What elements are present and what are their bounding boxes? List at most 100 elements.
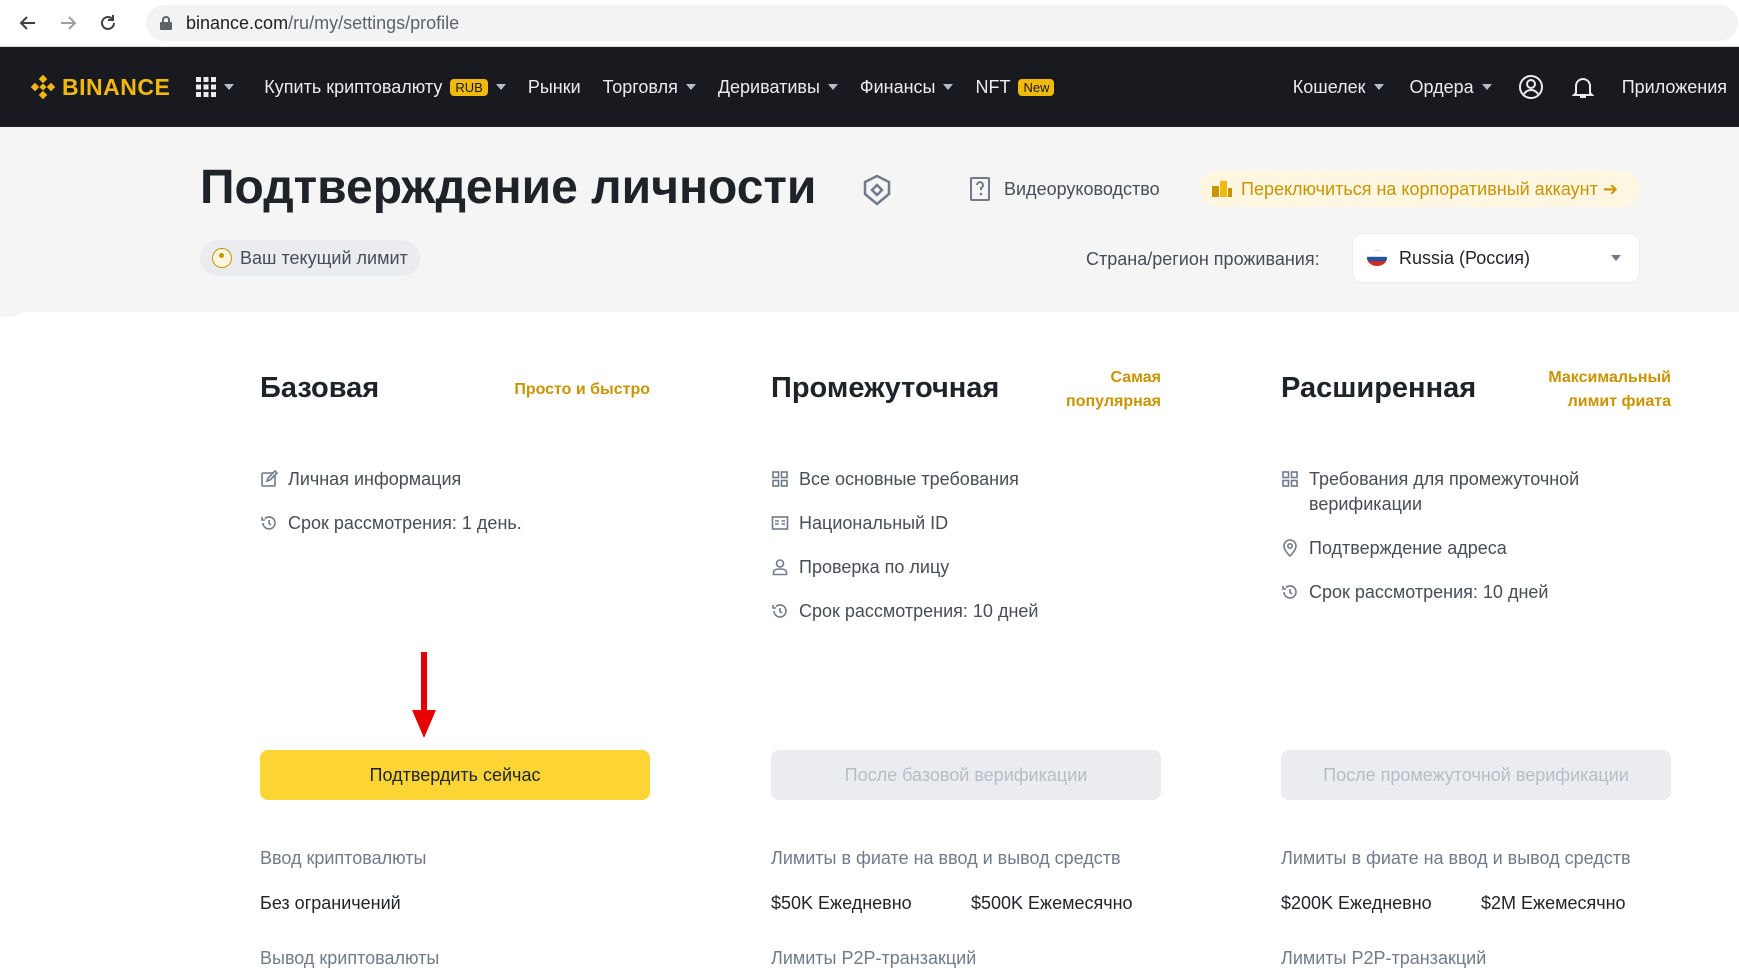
- building-icon: [1212, 181, 1232, 197]
- requirement-text: Требования для промежуточной верификации: [1309, 469, 1580, 514]
- user-coin-icon: [212, 248, 232, 268]
- apps-grid-icon[interactable]: [196, 77, 235, 97]
- nav-apps[interactable]: Приложения: [1622, 77, 1727, 98]
- currency-badge: RUB: [450, 78, 488, 96]
- level-tag: Максимальный лимит фиата: [1548, 366, 1671, 414]
- limit-value: $50K Ежедневно: [771, 893, 912, 913]
- level-tag-line: Просто и быстро: [514, 381, 650, 398]
- grid-icon: [1282, 471, 1298, 487]
- lock-icon: [160, 16, 172, 30]
- nav-orders[interactable]: Ордера: [1410, 77, 1492, 98]
- nav-wallet[interactable]: Кошелек: [1293, 77, 1384, 98]
- grid-icon: [772, 471, 788, 487]
- id-card-icon: [771, 516, 789, 530]
- shield-icon: [862, 174, 892, 211]
- current-limit-button[interactable]: Ваш текущий лимит: [200, 240, 420, 276]
- binance-logo[interactable]: BINANCE: [30, 74, 170, 101]
- nav-label: Рынки: [527, 76, 581, 97]
- forward-icon[interactable]: [48, 3, 88, 43]
- requirement-item: Проверка по лицу: [771, 555, 1161, 580]
- chevron-down-icon: [495, 84, 506, 90]
- url-path: /ru/my/settings/profile: [288, 12, 460, 33]
- bell-icon[interactable]: [1570, 74, 1596, 100]
- level-tag: Самая популярная: [1066, 366, 1161, 414]
- clock-icon: [1282, 585, 1297, 599]
- nav-label: Купить криптовалюту: [264, 76, 443, 97]
- limit-label: Лимиты в фиате на ввод и вывод средств: [771, 848, 1121, 868]
- chevron-down-icon: [685, 84, 696, 90]
- site-header: BINANCE Купить криптовалюту RUB Рынки То…: [0, 47, 1739, 127]
- level-title: Расширенная: [1281, 372, 1477, 404]
- limit-label: Лимиты P2P-транзакций: [771, 948, 977, 968]
- requirement-item: Требования для промежуточной верификации: [1281, 467, 1591, 517]
- chevron-down-icon: [1611, 255, 1621, 261]
- chevron-down-icon: [224, 84, 235, 90]
- nav-buy-crypto[interactable]: Купить криптовалюту RUB: [264, 77, 506, 98]
- nav-trade[interactable]: Торговля: [603, 77, 696, 98]
- chevron-down-icon: [1481, 84, 1492, 90]
- country-label: Страна/регион проживания:: [1086, 249, 1320, 269]
- current-limit-label: Ваш текущий лимит: [240, 247, 408, 268]
- requirement-text: Срок рассмотрения: 10 дней: [1309, 582, 1549, 602]
- edit-icon: [261, 470, 278, 487]
- limit-value: $2M Ежемесячно: [1481, 893, 1626, 913]
- level-tag-line: популярная: [1066, 393, 1161, 410]
- annotation-arrow-icon: [412, 652, 436, 738]
- chevron-down-icon: [827, 84, 838, 90]
- clock-icon: [261, 516, 276, 530]
- switch-corporate-label: Переключиться на корпоративный аккаунт ➔: [1241, 178, 1618, 199]
- level-title: Базовая: [260, 372, 380, 404]
- chevron-down-icon: [943, 84, 954, 90]
- level-tag-line: лимит фиата: [1567, 393, 1671, 410]
- header-right: Кошелек Ордера Приложения: [1267, 47, 1727, 127]
- verify-now-button[interactable]: Подтвердить сейчас: [260, 750, 650, 800]
- back-icon[interactable]: [8, 3, 48, 43]
- nav-markets[interactable]: Рынки: [528, 77, 581, 98]
- limit-label: Ввод криптовалюты: [260, 848, 427, 868]
- limit-value: $200K Ежедневно: [1281, 893, 1432, 913]
- level-tag: Просто и быстро: [514, 378, 650, 402]
- browser-toolbar: binance.com/ru/my/settings/profile: [0, 0, 1739, 47]
- requirements-list: Все основные требования Национальный ID …: [771, 467, 1161, 643]
- nav-label: Торговля: [602, 76, 678, 97]
- requirement-item: Все основные требования: [771, 467, 1161, 492]
- profile-icon[interactable]: [1518, 74, 1544, 100]
- requirement-text: Срок рассмотрения: 1 день.: [288, 513, 522, 533]
- after-basic-button[interactable]: После базовой верификации: [771, 750, 1161, 800]
- requirement-text: Проверка по лицу: [799, 557, 950, 577]
- limit-value: $500K Ежемесячно: [971, 893, 1133, 913]
- requirement-item: Срок рассмотрения: 10 дней: [771, 599, 1161, 624]
- requirement-item: Подтверждение адреса: [1281, 536, 1671, 561]
- requirement-text: Срок рассмотрения: 10 дней: [799, 601, 1039, 621]
- country-value: Russia (Россия): [1399, 247, 1531, 268]
- nav-label: Кошелек: [1292, 76, 1366, 97]
- video-guide-label: Видеоруководство: [1004, 178, 1160, 199]
- after-intermediate-button[interactable]: После промежуточной верификации: [1281, 750, 1671, 800]
- country-select[interactable]: Russia (Россия): [1352, 233, 1640, 283]
- chevron-down-icon: [1373, 84, 1384, 90]
- limit-label: Вывод криптовалюты: [260, 948, 440, 968]
- reload-icon[interactable]: [88, 3, 128, 43]
- requirement-item: Личная информация: [260, 467, 650, 492]
- video-guide-link[interactable]: Видеоруководство: [968, 176, 1160, 202]
- nav-label: Приложения: [1621, 76, 1727, 97]
- russia-flag-icon: [1367, 250, 1387, 266]
- url-host: binance.com: [186, 12, 289, 33]
- address-bar[interactable]: binance.com/ru/my/settings/profile: [146, 5, 1738, 41]
- nav-finance[interactable]: Финансы: [860, 77, 954, 98]
- limit-value: Без ограничений: [260, 893, 401, 913]
- switch-corporate-button[interactable]: Переключиться на корпоративный аккаунт ➔: [1199, 171, 1640, 207]
- brand-name: BINANCE: [62, 73, 171, 100]
- nav-derivatives[interactable]: Деривативы: [718, 77, 838, 98]
- question-book-icon: [970, 177, 990, 201]
- requirements-list: Личная информация Срок рассмотрения: 1 д…: [260, 467, 650, 555]
- nav-label: NFT: [975, 76, 1011, 97]
- new-badge: New: [1018, 78, 1055, 96]
- clock-icon: [772, 604, 787, 618]
- nav-nft[interactable]: NFT New: [975, 76, 1055, 98]
- binance-logo-icon: [30, 74, 56, 100]
- limit-label: Лимиты P2P-транзакций: [1281, 948, 1487, 968]
- level-tag-line: Максимальный: [1548, 369, 1671, 386]
- requirement-item: Национальный ID: [771, 511, 1161, 536]
- level-tag-line: Самая: [1110, 369, 1161, 386]
